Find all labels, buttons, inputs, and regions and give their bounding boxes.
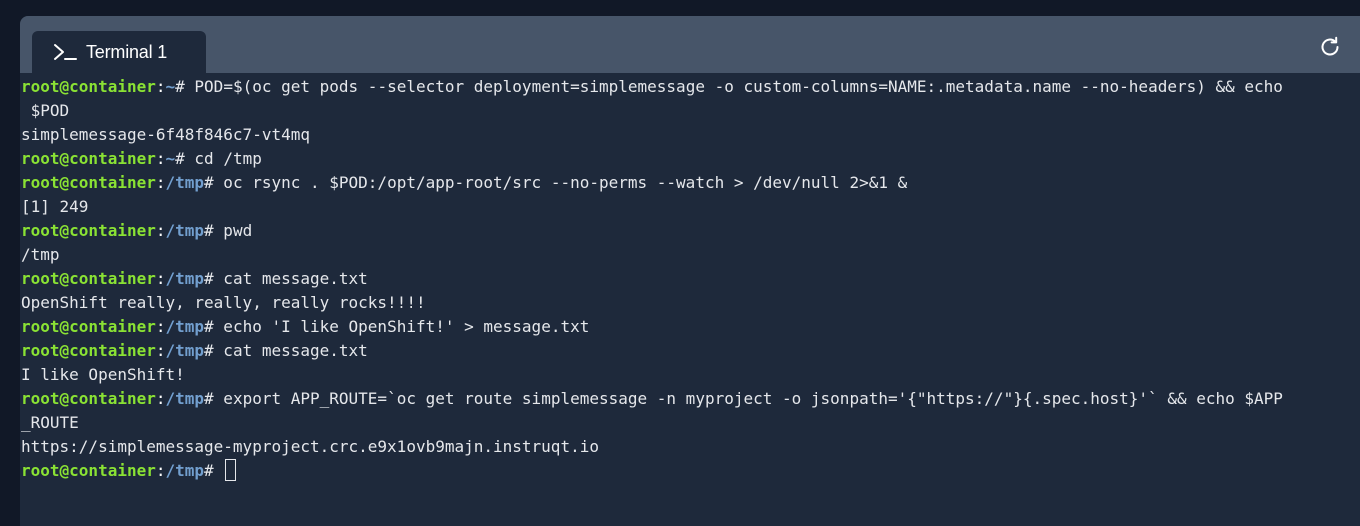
output-text: [1] 249 bbox=[21, 197, 89, 216]
refresh-icon bbox=[1321, 36, 1339, 56]
prompt-symbol: # bbox=[175, 77, 185, 96]
prompt-path: /tmp bbox=[165, 341, 205, 360]
output-line: $POD bbox=[20, 99, 1360, 123]
output-line: _ROUTE bbox=[20, 411, 1360, 435]
output-text: OpenShift really, really, really rocks!!… bbox=[21, 293, 426, 312]
output-text: $POD bbox=[21, 101, 70, 120]
command-text: oc rsync . $POD:/opt/app-root/src --no-p… bbox=[213, 173, 908, 192]
prompt-path: /tmp bbox=[165, 461, 205, 480]
prompt-user: root@container bbox=[21, 389, 156, 408]
command-text: pwd bbox=[213, 221, 253, 240]
prompt-symbol: # bbox=[204, 269, 214, 288]
prompt-symbol: # bbox=[175, 149, 185, 168]
command-text: cat message.txt bbox=[213, 341, 368, 360]
prompt-line: root@container:/tmp# oc rsync . $POD:/op… bbox=[21, 173, 908, 192]
prompt-symbol: # bbox=[204, 221, 214, 240]
refresh-button[interactable] bbox=[1318, 35, 1342, 59]
prompt-path: /tmp bbox=[165, 317, 205, 336]
prompt-user: root@container bbox=[21, 461, 156, 480]
command-text: cd /tmp bbox=[184, 149, 262, 168]
prompt-symbol: # bbox=[204, 389, 214, 408]
output-line: OpenShift really, really, really rocks!!… bbox=[20, 291, 1360, 315]
prompt-symbol: # bbox=[204, 461, 214, 480]
command-text: POD=$(oc get pods --selector deployment=… bbox=[184, 77, 1283, 96]
text-cursor[interactable] bbox=[225, 459, 237, 481]
output-line: [1] 249 bbox=[20, 195, 1360, 219]
terminal-prompt-icon bbox=[52, 42, 78, 62]
prompt-symbol: # bbox=[204, 173, 214, 192]
prompt-user: root@container bbox=[21, 269, 156, 288]
output-text: https://simplemessage-myproject.crc.e9x1… bbox=[21, 437, 599, 456]
command-text: export APP_ROUTE=`oc get route simplemes… bbox=[213, 389, 1283, 408]
prompt-path: ~ bbox=[165, 149, 176, 168]
prompt-path: /tmp bbox=[165, 221, 205, 240]
prompt-line: root@container:/tmp# bbox=[20, 459, 1360, 483]
output-text: /tmp bbox=[21, 245, 60, 264]
output-text: simplemessage-6f48f846c7-vt4mq bbox=[21, 125, 310, 144]
prompt-user: root@container bbox=[21, 317, 156, 336]
prompt-user: root@container bbox=[21, 77, 156, 96]
prompt-line: root@container:/tmp# cat message.txt bbox=[21, 341, 368, 360]
tab-bar: Terminal 1 bbox=[20, 16, 1360, 73]
prompt-symbol: # bbox=[204, 317, 214, 336]
output-line: simplemessage-6f48f846c7-vt4mq bbox=[20, 123, 1360, 147]
output-text: I like OpenShift! bbox=[21, 365, 185, 384]
output-line: /tmp bbox=[20, 243, 1360, 267]
terminal-output[interactable]: root@container:~# POD=$(oc get pods --se… bbox=[20, 75, 1360, 525]
prompt-line: root@container:/tmp# cat message.txt bbox=[21, 269, 368, 288]
prompt-line: root@container:/tmp# export APP_ROUTE=`o… bbox=[21, 389, 1283, 408]
prompt-line: root@container:~# POD=$(oc get pods --se… bbox=[21, 77, 1283, 96]
prompt-path: /tmp bbox=[165, 173, 205, 192]
tab-label: Terminal 1 bbox=[86, 41, 168, 62]
prompt-user: root@container bbox=[21, 221, 156, 240]
prompt-user: root@container bbox=[21, 149, 156, 168]
command-text: cat message.txt bbox=[213, 269, 368, 288]
prompt-line: root@container:/tmp# pwd bbox=[21, 221, 253, 240]
prompt-line: root@container:~# cd /tmp bbox=[21, 149, 262, 168]
terminal-window: Terminal 1 root@container:~# POD=$(oc ge… bbox=[20, 16, 1360, 526]
output-line: https://simplemessage-myproject.crc.e9x1… bbox=[20, 435, 1360, 459]
output-text: _ROUTE bbox=[21, 413, 79, 432]
prompt-user: root@container bbox=[21, 173, 156, 192]
prompt-path: /tmp bbox=[165, 269, 205, 288]
prompt-symbol: # bbox=[204, 341, 214, 360]
tab-terminal-1[interactable]: Terminal 1 bbox=[32, 31, 206, 73]
command-text bbox=[214, 461, 224, 480]
output-line: I like OpenShift! bbox=[20, 363, 1360, 387]
prompt-line: root@container:/tmp# echo 'I like OpenSh… bbox=[21, 317, 590, 336]
prompt-user: root@container bbox=[21, 341, 156, 360]
command-text: echo 'I like OpenShift!' > message.txt bbox=[213, 317, 590, 336]
prompt-path: ~ bbox=[165, 77, 176, 96]
prompt-path: /tmp bbox=[165, 389, 205, 408]
